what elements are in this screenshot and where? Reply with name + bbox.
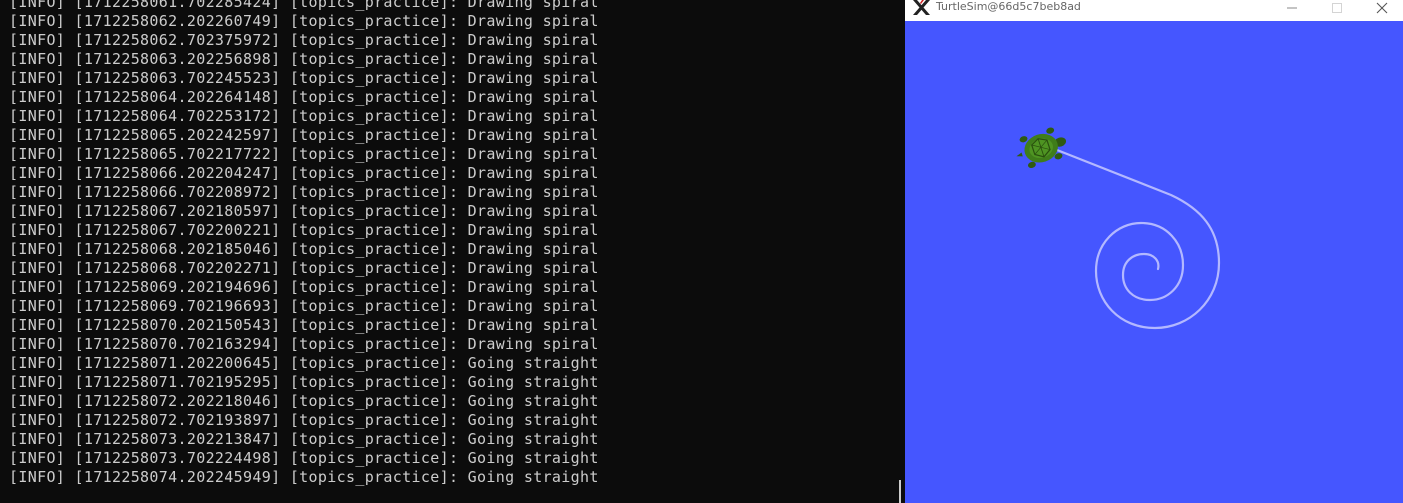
log-line: [INFO] [1712258064.702253172] [topics_pr…: [9, 107, 599, 125]
log-line: [INFO] [1712258071.202200645] [topics_pr…: [9, 354, 599, 372]
minimize-icon: [1287, 7, 1297, 9]
log-line: [INFO] [1712258065.702217722] [topics_pr…: [9, 145, 599, 163]
log-line: [INFO] [1712258065.202242597] [topics_pr…: [9, 126, 599, 144]
log-line: [INFO] [1712258069.702196693] [topics_pr…: [9, 297, 599, 315]
log-line: [INFO] [1712258074.202245949] [topics_pr…: [9, 468, 599, 486]
close-button[interactable]: [1365, 0, 1399, 16]
log-line: [INFO] [1712258063.702245523] [topics_pr…: [9, 69, 599, 87]
maximize-icon: [1332, 3, 1342, 13]
log-line: [INFO] [1712258072.202218046] [topics_pr…: [9, 392, 599, 410]
log-line: [INFO] [1712258069.202194696] [topics_pr…: [9, 278, 599, 296]
terminal-window[interactable]: [INFO] [1712258061.702285424] [topics_pr…: [0, 0, 905, 503]
turtle-icon: [1016, 127, 1067, 169]
log-line: [INFO] [1712258073.702224498] [topics_pr…: [9, 449, 599, 467]
log-line: [INFO] [1712258073.202213847] [topics_pr…: [9, 430, 599, 448]
terminal-output: [INFO] [1712258061.702285424] [topics_pr…: [9, 0, 599, 487]
text-cursor: [899, 480, 901, 503]
log-line: [INFO] [1712258068.202185046] [topics_pr…: [9, 240, 599, 258]
minimize-button[interactable]: [1275, 0, 1309, 16]
log-line: [INFO] [1712258061.702285424] [topics_pr…: [9, 0, 599, 11]
log-line: [INFO] [1712258067.702200221] [topics_pr…: [9, 221, 599, 239]
window-titlebar[interactable]: TurtleSim@66d5c7beb8ad: [905, 0, 1403, 21]
close-icon: [1376, 2, 1388, 14]
log-line: [INFO] [1712258068.702202271] [topics_pr…: [9, 259, 599, 277]
log-line: [INFO] [1712258062.702375972] [topics_pr…: [9, 31, 599, 49]
log-line: [INFO] [1712258072.702193897] [topics_pr…: [9, 411, 599, 429]
log-line: [INFO] [1712258070.702163294] [topics_pr…: [9, 335, 599, 353]
window-title: TurtleSim@66d5c7beb8ad: [936, 0, 1081, 13]
log-line: [INFO] [1712258070.202150543] [topics_pr…: [9, 316, 599, 334]
log-line: [INFO] [1712258067.202180597] [topics_pr…: [9, 202, 599, 220]
maximize-button[interactable]: [1320, 0, 1354, 16]
log-line: [INFO] [1712258066.702208972] [topics_pr…: [9, 183, 599, 201]
turtle-canvas: [905, 21, 1403, 503]
log-line: [INFO] [1712258063.202256898] [topics_pr…: [9, 50, 599, 68]
log-line: [INFO] [1712258064.202264148] [topics_pr…: [9, 88, 599, 106]
log-line: [INFO] [1712258066.202204247] [topics_pr…: [9, 164, 599, 182]
log-line: [INFO] [1712258071.702195295] [topics_pr…: [9, 373, 599, 391]
desktop: [INFO] [1712258061.702285424] [topics_pr…: [0, 0, 1403, 503]
turtle-drawing: [1016, 127, 1221, 330]
turtlesim-window[interactable]: TurtleSim@66d5c7beb8ad: [905, 0, 1403, 503]
pen-trail: [1055, 148, 1221, 330]
x11-icon: [913, 0, 930, 15]
log-line: [INFO] [1712258062.202260749] [topics_pr…: [9, 12, 599, 30]
